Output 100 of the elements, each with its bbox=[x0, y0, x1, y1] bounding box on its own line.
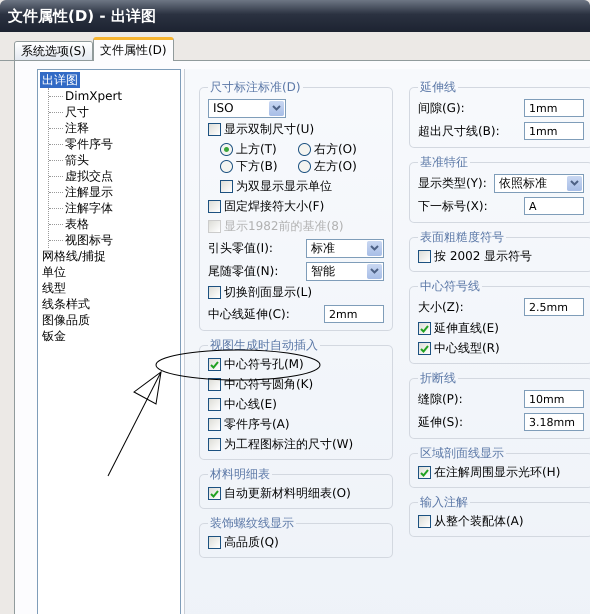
tree-item[interactable]: 虚拟交点 bbox=[63, 168, 115, 184]
radio-button[interactable] bbox=[220, 143, 233, 156]
input-field[interactable]: 2mm bbox=[324, 305, 384, 323]
tree-item[interactable]: DimXpert bbox=[63, 88, 124, 104]
check-icon bbox=[420, 344, 429, 352]
tree-item[interactable]: 线条样式 bbox=[40, 296, 92, 312]
checkbox-label: 切换剖面显示(L) bbox=[224, 284, 312, 301]
field-label: 延伸(S): bbox=[418, 414, 464, 430]
check-icon bbox=[420, 324, 429, 332]
tree-item[interactable]: 表格 bbox=[63, 216, 91, 232]
tree-item[interactable]: 网格线/捕捉 bbox=[40, 248, 108, 264]
dropdown[interactable]: 依照标准 bbox=[494, 174, 584, 192]
tree-item[interactable]: 线型 bbox=[40, 280, 68, 296]
checkbox[interactable] bbox=[418, 250, 431, 263]
input-field[interactable]: 2.5mm bbox=[524, 298, 584, 316]
tree-item[interactable]: 视图标号 bbox=[63, 232, 115, 248]
group-title: 材料明细表 bbox=[209, 466, 271, 483]
checkbox[interactable] bbox=[418, 342, 431, 355]
group-title: 装饰螺纹线显示 bbox=[209, 515, 295, 532]
field-label: 大小(Z): bbox=[418, 298, 464, 316]
checkbox-label: 中心符号孔(M) bbox=[224, 356, 304, 373]
tree-item[interactable]: 注解字体 bbox=[63, 200, 115, 216]
group-title: 延伸线 bbox=[419, 79, 457, 96]
checkbox[interactable] bbox=[418, 515, 431, 528]
group-title: 中心符号线 bbox=[419, 278, 481, 295]
radio-label: 上方(T) bbox=[236, 141, 277, 158]
radio-label: 下方(B) bbox=[236, 158, 278, 175]
checkbox-label: 为双显示显示单位 bbox=[236, 178, 332, 195]
tree-item[interactable]: 单位 bbox=[40, 264, 68, 280]
checkbox[interactable] bbox=[208, 358, 221, 371]
chevron-down-icon bbox=[370, 245, 379, 251]
dropdown[interactable]: ISO bbox=[208, 98, 286, 118]
checkbox[interactable] bbox=[208, 487, 221, 500]
tree-item[interactable]: 注释 bbox=[63, 120, 91, 136]
check-icon bbox=[210, 360, 219, 368]
checkbox[interactable] bbox=[220, 180, 233, 193]
checkbox[interactable] bbox=[418, 322, 431, 335]
checkbox-label: 显示双制尺寸(U) bbox=[224, 121, 314, 138]
dropdown[interactable]: 智能 bbox=[306, 262, 384, 280]
checkbox-label: 固定焊接符大小(F) bbox=[224, 198, 324, 215]
tree-item[interactable]: 钣金 bbox=[40, 328, 68, 344]
window-title: 文件属性(D) - 出详图 bbox=[8, 6, 156, 26]
group-title: 区域剖面线显示 bbox=[419, 445, 505, 462]
checkbox[interactable] bbox=[208, 398, 221, 411]
checkbox[interactable] bbox=[208, 286, 221, 299]
check-icon bbox=[210, 490, 219, 498]
tab[interactable]: 系统选项(S) bbox=[14, 41, 93, 60]
tree-item[interactable]: 出详图 bbox=[40, 72, 80, 88]
dropdown[interactable]: 标准 bbox=[306, 238, 384, 258]
tree-item[interactable]: 箭头 bbox=[63, 152, 91, 168]
chevron-down-icon bbox=[370, 268, 379, 274]
field-label: 间隙(G): bbox=[418, 100, 465, 116]
radio-label: 左方(O) bbox=[314, 158, 357, 175]
group-title: 基准特征 bbox=[419, 154, 469, 171]
tree-item[interactable]: 尺寸 bbox=[63, 104, 91, 120]
checkbox[interactable] bbox=[208, 200, 221, 213]
field-label: 尾随零值(N): bbox=[208, 262, 278, 280]
checkbox-label: 延伸直线(E) bbox=[434, 320, 499, 337]
tree-item[interactable]: 图像品质 bbox=[40, 312, 92, 328]
checkbox-label: 高品质(Q) bbox=[224, 534, 279, 551]
checkbox-label: 中心线(E) bbox=[224, 396, 277, 413]
input-field[interactable]: 1mm bbox=[524, 99, 584, 117]
group-title: 折断线 bbox=[419, 370, 457, 387]
group-title: 输入注解 bbox=[419, 494, 469, 511]
field-label: 显示类型(Y): bbox=[418, 174, 487, 192]
tab[interactable]: 文件属性(D) bbox=[92, 37, 174, 61]
chevron-down-icon bbox=[272, 105, 281, 111]
field-label: 下一标号(X): bbox=[418, 198, 488, 214]
checkbox[interactable] bbox=[208, 123, 221, 136]
input-field[interactable]: 10mm bbox=[524, 390, 584, 408]
check-icon bbox=[420, 468, 429, 476]
radio-label: 右方(O) bbox=[314, 141, 357, 158]
radio-button[interactable] bbox=[220, 160, 233, 173]
tree-item[interactable]: 注解显示 bbox=[63, 184, 115, 200]
checkbox[interactable] bbox=[208, 536, 221, 549]
group-title: 尺寸标注标准(D) bbox=[209, 79, 302, 96]
radio-button[interactable] bbox=[298, 160, 311, 173]
input-field[interactable]: 3.18mm bbox=[524, 413, 584, 431]
field-label: 中心线延伸(C): bbox=[208, 306, 290, 322]
checkbox[interactable] bbox=[418, 466, 431, 479]
checkbox-label: 按 2002 显示符号 bbox=[434, 248, 532, 265]
checkbox[interactable] bbox=[208, 418, 221, 431]
field-label: 引头零值(I): bbox=[208, 240, 273, 256]
checkbox-label: 零件序号(A) bbox=[224, 416, 290, 433]
checkbox[interactable] bbox=[208, 438, 221, 451]
checkbox-label: 为工程图标注的尺寸(W) bbox=[224, 436, 354, 453]
checkbox[interactable] bbox=[208, 378, 221, 391]
field-label: 缝隙(P): bbox=[418, 390, 463, 408]
checkbox-label: 从整个装配体(A) bbox=[434, 513, 524, 530]
checkbox-label: 显示1982前的基准(8) bbox=[224, 218, 344, 235]
tree-item[interactable]: 零件序号 bbox=[63, 136, 115, 152]
checkbox-label: 在注解周围显示光环(H) bbox=[434, 464, 560, 481]
input-field[interactable]: A bbox=[524, 197, 584, 215]
checkbox-label: 自动更新材料明细表(O) bbox=[224, 485, 351, 502]
chevron-down-icon bbox=[570, 180, 579, 186]
input-field[interactable]: 1mm bbox=[524, 122, 584, 140]
radio-dot-icon bbox=[224, 147, 229, 152]
checkbox-label: 中心线型(R) bbox=[434, 340, 500, 357]
field-label: 超出尺寸线(B): bbox=[418, 122, 500, 140]
radio-button[interactable] bbox=[298, 143, 311, 156]
